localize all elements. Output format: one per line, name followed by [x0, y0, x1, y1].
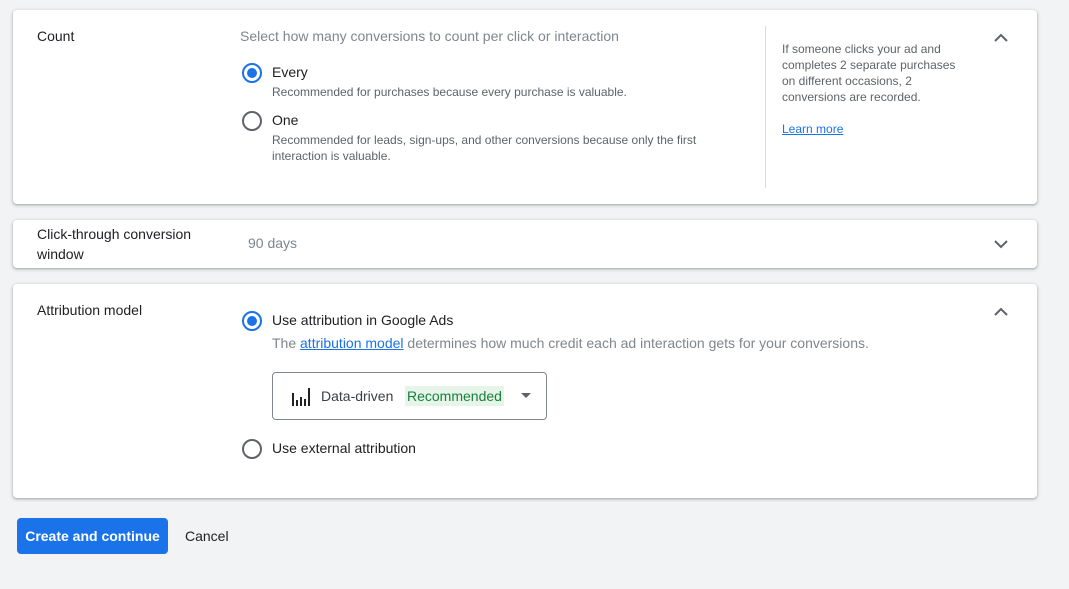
- radio-one[interactable]: [242, 111, 262, 131]
- recommended-badge: Recommended: [405, 386, 504, 406]
- create-and-continue-button[interactable]: Create and continue: [17, 518, 168, 554]
- help-line: If someone clicks your ad and: [782, 42, 941, 56]
- help-line: completes 2 separate purchases: [782, 58, 956, 72]
- vertical-divider: [765, 26, 766, 188]
- dropdown-arrow-icon: [520, 393, 532, 399]
- count-subtitle: Select how many conversions to count per…: [240, 28, 619, 44]
- click-through-window-card[interactable]: Click-through conversion window 90 days: [13, 220, 1037, 268]
- radio-google-ads-attribution[interactable]: [242, 311, 262, 331]
- learn-more-link[interactable]: Learn more: [782, 121, 843, 137]
- attribution-model-dropdown[interactable]: Data-driven Recommended: [272, 372, 547, 420]
- option-one-description-line2: interaction is valuable.: [272, 149, 391, 163]
- window-value: 90 days: [248, 235, 298, 251]
- window-title: Click-through conversion window: [37, 224, 191, 264]
- help-line: conversions are recorded.: [782, 90, 921, 104]
- help-line: on different occasions, 2: [782, 74, 912, 88]
- option-every-label[interactable]: Every: [272, 62, 308, 82]
- chevron-up-icon[interactable]: [989, 300, 1013, 324]
- count-help-text: If someone clicks your ad and completes …: [782, 41, 982, 105]
- count-title: Count: [37, 28, 75, 44]
- radio-external-attribution[interactable]: [242, 439, 262, 459]
- count-card: Count Select how many conversions to cou…: [13, 10, 1037, 204]
- attribution-model-link[interactable]: attribution model: [300, 335, 404, 351]
- option-external-label[interactable]: Use external attribution: [272, 438, 416, 458]
- window-title-line: Click-through conversion: [37, 226, 192, 242]
- cancel-button[interactable]: Cancel: [178, 518, 236, 554]
- attribution-description-prefix: The: [272, 335, 297, 351]
- chevron-up-icon[interactable]: [989, 26, 1013, 50]
- option-every-description: Recommended for purchases because every …: [272, 85, 627, 99]
- window-title-line: window: [37, 246, 84, 262]
- attribution-card: Attribution model Use attribution in Goo…: [13, 284, 1037, 498]
- chevron-down-icon[interactable]: [989, 232, 1013, 256]
- radio-every[interactable]: [242, 63, 262, 83]
- option-one-description-line1: Recommended for leads, sign-ups, and oth…: [272, 133, 697, 147]
- attribution-title: Attribution model: [37, 302, 143, 318]
- option-one-label[interactable]: One: [272, 110, 298, 130]
- model-name: Data-driven: [321, 388, 394, 404]
- option-google-ads-label[interactable]: Use attribution in Google Ads: [272, 310, 453, 330]
- bar-chart-icon: [291, 388, 311, 406]
- attribution-description-suffix: determines how much credit each ad inter…: [407, 335, 869, 351]
- attribution-description: The attribution model determines how muc…: [272, 333, 869, 353]
